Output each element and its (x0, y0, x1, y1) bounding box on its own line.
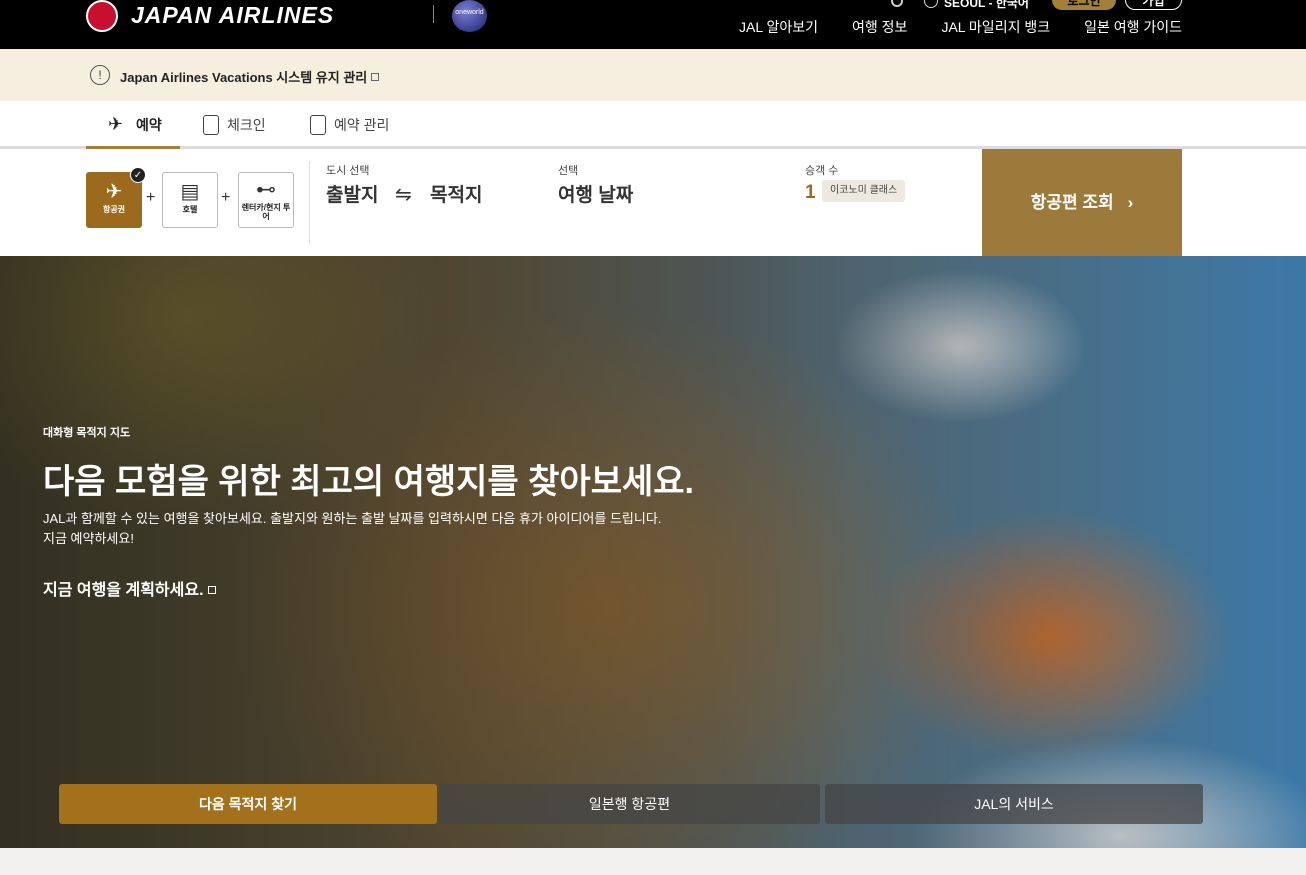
nav-item-travel-info[interactable]: 여행 정보 (852, 17, 907, 37)
search-divider (309, 161, 310, 243)
logo-divider (433, 5, 434, 23)
chevron-right-icon: › (1127, 193, 1134, 212)
passport-icon (203, 115, 219, 135)
tab-label: 예약 (136, 117, 162, 133)
hero-description-line: 지금 예약하세요! (43, 531, 134, 546)
hero-banner: 대화형 목적지 지도 다음 모험을 위한 최고의 여행지를 찾아보세요. JAL… (0, 256, 1306, 848)
product-label: 렌터카/현지 투어 (241, 203, 291, 221)
logo-wordmark[interactable]: JAPAN AIRLINES (131, 2, 334, 29)
jal-crane-logo-icon[interactable] (86, 0, 118, 32)
hero-tab-jal-services[interactable]: JAL의 서비스 (825, 784, 1203, 824)
hero-description: JAL과 함께할 수 있는 여행을 찾아보세요. 출발지와 원하는 출발 날짜를… (43, 509, 743, 549)
main-nav: JAL 알아보기 여행 정보 JAL 마일리지 뱅크 일본 여행 가이드 (739, 17, 1182, 37)
swap-icon[interactable]: ⇋ (395, 182, 412, 207)
notice-link[interactable]: Japan Airlines Vacations 시스템 유지 관리 (120, 67, 380, 86)
search-flights-button[interactable]: 항공편 조회 › (982, 149, 1182, 256)
origin-field[interactable]: 출발지 (326, 180, 378, 207)
nav-item-japan-guide[interactable]: 일본 여행 가이드 (1084, 17, 1182, 37)
notice-text: Japan Airlines Vacations 시스템 유지 관리 (120, 70, 368, 85)
product-hotel-toggle[interactable]: ▤ 호텔 (162, 172, 218, 228)
date-label: 선택 (558, 165, 579, 177)
product-label: 호텔 (182, 205, 198, 214)
tab-manage-booking[interactable]: 예약 관리 (310, 115, 389, 135)
cabin-class-badge[interactable]: 이코노미 클래스 (822, 180, 906, 202)
booking-tabs: ✈ 예약 체크인 예약 관리 (0, 101, 1306, 149)
oneworld-logo-icon: oneworld (452, 0, 487, 32)
passenger-label: 승객 수 (805, 165, 839, 177)
search-icon[interactable] (891, 0, 903, 7)
flight-search-panel: ✈ 항공권 ✓ + ▤ 호텔 + ⊷ 렌터카/현지 투어 도시 선택 출발지 ⇋… (0, 149, 1306, 256)
nav-item-mileage-bank[interactable]: JAL 마일리지 뱅크 (941, 17, 1050, 37)
login-button[interactable]: 로그인 (1052, 0, 1116, 10)
car-icon: ⊷ (256, 179, 276, 201)
hero-tabs: 다음 목적지 찾기 일본행 항공편 JAL의 서비스 (59, 784, 1203, 824)
plus-icon: + (146, 189, 156, 206)
external-link-icon (371, 73, 380, 81)
tab-checkin[interactable]: 체크인 (203, 115, 266, 135)
hero-title: 다음 모험을 위한 최고의 여행지를 찾아보세요. (43, 463, 694, 501)
globe-icon[interactable] (924, 0, 938, 8)
document-icon (310, 115, 326, 135)
plan-trip-link[interactable]: 지금 여행을 계획하세요. (43, 576, 216, 600)
join-button[interactable]: 가입 (1125, 0, 1182, 10)
page-below-fold (0, 848, 1306, 875)
hero-eyebrow: 대화형 목적지 지도 (43, 427, 131, 439)
plane-icon: ✈ (105, 181, 123, 203)
plan-trip-label: 지금 여행을 계획하세요. (43, 582, 204, 599)
maintenance-notice: ! Japan Airlines Vacations 시스템 유지 관리 (0, 49, 1306, 101)
hero-overlay (0, 256, 1306, 848)
checkmark-icon: ✓ (130, 167, 146, 183)
search-button-label: 항공편 조회 (1030, 193, 1114, 212)
tab-label: 예약 관리 (334, 117, 390, 133)
hero-description-line: JAL과 함께할 수 있는 여행을 찾아보세요. 출발지와 원하는 출발 날짜를… (43, 511, 662, 526)
plane-icon: ✈ (108, 114, 124, 134)
bed-icon: ▤ (180, 181, 200, 203)
passenger-count[interactable]: 1 (805, 182, 816, 204)
external-link-icon (207, 586, 216, 594)
alert-icon: ! (90, 65, 110, 85)
city-select-label: 도시 선택 (326, 165, 370, 177)
tab-label: 체크인 (227, 117, 266, 133)
hero-tab-flights-to-japan[interactable]: 일본행 항공편 (439, 784, 820, 824)
travel-date-field[interactable]: 여행 날짜 (558, 180, 633, 207)
tab-book[interactable]: ✈ 예약 (108, 115, 162, 135)
product-label: 항공권 (102, 205, 126, 214)
destination-field[interactable]: 목적지 (430, 180, 482, 207)
hero-tab-find-destination[interactable]: 다음 목적지 찾기 (59, 784, 437, 824)
site-header: JAPAN AIRLINES oneworld SEOUL - 한국어 로그인 … (0, 0, 1306, 49)
locale-selector[interactable]: SEOUL - 한국어 (944, 0, 1029, 11)
plus-icon: + (221, 189, 231, 206)
nav-item-about-jal[interactable]: JAL 알아보기 (739, 17, 818, 37)
product-car-tour-toggle[interactable]: ⊷ 렌터카/현지 투어 (238, 172, 294, 228)
